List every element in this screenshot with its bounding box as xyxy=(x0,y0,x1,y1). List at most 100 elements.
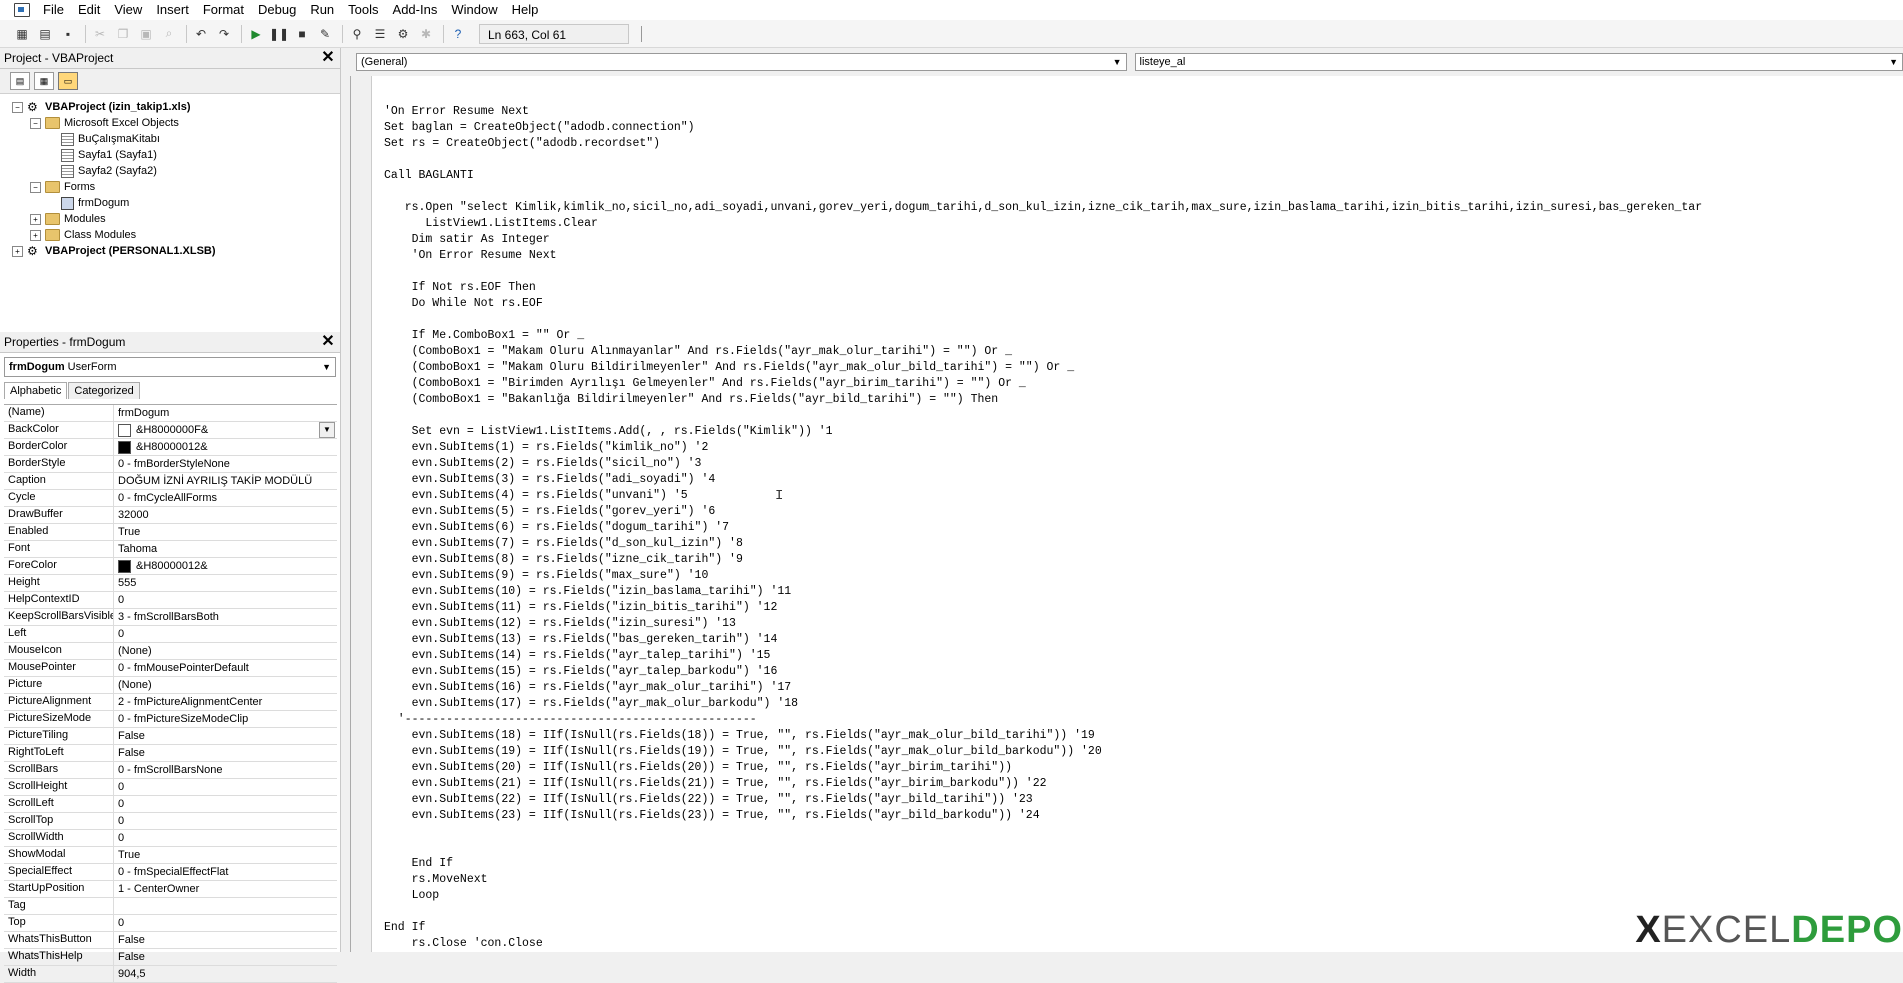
tree-item[interactable]: +Class Modules xyxy=(0,227,340,243)
property-row[interactable]: FontTahoma xyxy=(4,541,337,558)
property-value[interactable]: &H80000012& xyxy=(114,439,337,455)
code-line[interactable]: evn.SubItems(20) = IIf(IsNull(rs.Fields(… xyxy=(384,760,1702,776)
property-value[interactable]: False xyxy=(114,932,337,948)
property-value[interactable]: 0 - fmCycleAllForms xyxy=(114,490,337,506)
code-line[interactable]: rs.MoveNext xyxy=(384,872,1702,888)
property-row[interactable]: RightToLeftFalse xyxy=(4,745,337,762)
code-line[interactable] xyxy=(384,408,1702,424)
insert-userform-icon[interactable]: ▤ xyxy=(35,24,55,44)
property-value[interactable]: 2 - fmPictureAlignmentCenter xyxy=(114,694,337,710)
property-value[interactable]: 0 xyxy=(114,830,337,846)
menu-view[interactable]: View xyxy=(107,0,149,20)
menu-file[interactable]: File xyxy=(36,0,71,20)
property-row[interactable]: SpecialEffect0 - fmSpecialEffectFlat xyxy=(4,864,337,881)
property-value[interactable]: 0 xyxy=(114,796,337,812)
code-line[interactable]: evn.SubItems(3) = rs.Fields("adi_soyadi"… xyxy=(384,472,1702,488)
property-value[interactable]: 0 xyxy=(114,779,337,795)
reset-icon[interactable]: ■ xyxy=(292,24,312,44)
code-line[interactable]: evn.SubItems(8) = rs.Fields("izne_cik_ta… xyxy=(384,552,1702,568)
code-line[interactable]: evn.SubItems(21) = IIf(IsNull(rs.Fields(… xyxy=(384,776,1702,792)
menu-insert[interactable]: Insert xyxy=(149,0,196,20)
code-line[interactable]: evn.SubItems(5) = rs.Fields("gorev_yeri"… xyxy=(384,504,1702,520)
code-line[interactable]: evn.SubItems(1) = rs.Fields("kimlik_no")… xyxy=(384,440,1702,456)
tab-categorized[interactable]: Categorized xyxy=(68,382,139,399)
property-row[interactable]: ShowModalTrue xyxy=(4,847,337,864)
property-row[interactable]: (Name)frmDogum xyxy=(4,405,337,422)
break-icon[interactable]: ❚❚ xyxy=(269,24,289,44)
tab-alphabetic[interactable]: Alphabetic xyxy=(4,382,67,399)
code-line[interactable] xyxy=(384,152,1702,168)
code-line[interactable]: Call BAGLANTI xyxy=(384,168,1702,184)
property-value[interactable]: 0 xyxy=(114,626,337,642)
property-value[interactable]: False xyxy=(114,728,337,744)
expand-icon[interactable]: + xyxy=(30,230,41,241)
property-row[interactable]: Left0 xyxy=(4,626,337,643)
code-line[interactable]: evn.SubItems(9) = rs.Fields("max_sure") … xyxy=(384,568,1702,584)
code-line[interactable]: Dim satir As Integer xyxy=(384,232,1702,248)
code-line[interactable]: (ComboBox1 = "Makam Oluru Bildirilmeyenl… xyxy=(384,360,1702,376)
toolbar-grip[interactable] xyxy=(633,26,642,42)
property-value[interactable] xyxy=(114,898,337,914)
property-value[interactable]: False xyxy=(114,949,337,965)
project-explorer-icon[interactable]: ⚲ xyxy=(347,24,367,44)
tree-item[interactable]: BuÇalışmaKitabı xyxy=(0,131,340,147)
property-row[interactable]: HelpContextID0 xyxy=(4,592,337,609)
property-row[interactable]: PictureTilingFalse xyxy=(4,728,337,745)
menu-run[interactable]: Run xyxy=(303,0,341,20)
code-line[interactable]: If Not rs.EOF Then xyxy=(384,280,1702,296)
code-editor[interactable]: 'On Error Resume NextSet baglan = Create… xyxy=(350,76,1903,952)
view-excel-icon[interactable]: ▦ xyxy=(12,24,32,44)
property-value[interactable]: &H80000012& xyxy=(114,558,337,574)
find-icon[interactable]: ⌕ xyxy=(159,24,179,44)
property-value[interactable]: 0 - fmScrollBarsNone xyxy=(114,762,337,778)
property-value[interactable]: 32000 xyxy=(114,507,337,523)
property-value[interactable]: True xyxy=(114,847,337,863)
code-line[interactable]: evn.SubItems(23) = IIf(IsNull(rs.Fields(… xyxy=(384,808,1702,824)
code-line[interactable]: Set rs = CreateObject("adodb.recordset") xyxy=(384,136,1702,152)
object-browser-icon[interactable]: ⚙ xyxy=(393,24,413,44)
property-row[interactable]: MousePointer0 - fmMousePointerDefault xyxy=(4,660,337,677)
property-row[interactable]: BorderStyle0 - fmBorderStyleNone xyxy=(4,456,337,473)
code-line[interactable] xyxy=(384,312,1702,328)
collapse-icon[interactable]: − xyxy=(30,182,41,193)
property-row[interactable]: ScrollTop0 xyxy=(4,813,337,830)
code-line[interactable]: Loop xyxy=(384,888,1702,904)
property-value[interactable]: 0 xyxy=(114,813,337,829)
property-value[interactable]: (None) xyxy=(114,677,337,693)
property-row[interactable]: CaptionDOĞUM İZNİ AYRILIŞ TAKİP MODÜLÜ xyxy=(4,473,337,490)
property-row[interactable]: EnabledTrue xyxy=(4,524,337,541)
tree-item[interactable]: Sayfa1 (Sayfa1) xyxy=(0,147,340,163)
code-line[interactable]: evn.SubItems(12) = rs.Fields("izin_sures… xyxy=(384,616,1702,632)
property-value[interactable]: (None) xyxy=(114,643,337,659)
design-mode-icon[interactable]: ✎ xyxy=(315,24,335,44)
menu-format[interactable]: Format xyxy=(196,0,251,20)
procedure-combo[interactable]: listeye_al ▼ xyxy=(1135,53,1903,71)
tree-item[interactable]: −⚙VBAProject (izin_takip1.xls) xyxy=(0,99,340,115)
code-line[interactable]: End If xyxy=(384,856,1702,872)
menu-debug[interactable]: Debug xyxy=(251,0,303,20)
code-line[interactable]: evn.SubItems(14) = rs.Fields("ayr_talep_… xyxy=(384,648,1702,664)
property-value[interactable]: 904,5 xyxy=(114,966,337,982)
property-row[interactable]: PictureSizeMode0 - fmPictureSizeModeClip xyxy=(4,711,337,728)
code-line[interactable] xyxy=(384,824,1702,840)
code-line[interactable]: (ComboBox1 = "Birimden Ayrılışı Gelmeyen… xyxy=(384,376,1702,392)
property-row[interactable]: WhatsThisButtonFalse xyxy=(4,932,337,949)
code-line[interactable]: 'On Error Resume Next xyxy=(384,248,1702,264)
object-combo[interactable]: (General) ▼ xyxy=(356,53,1127,71)
property-value[interactable]: 3 - fmScrollBarsBoth xyxy=(114,609,337,625)
code-line[interactable] xyxy=(384,904,1702,920)
code-line[interactable]: evn.SubItems(15) = rs.Fields("ayr_talep_… xyxy=(384,664,1702,680)
property-value[interactable]: 0 xyxy=(114,915,337,931)
property-value[interactable]: False xyxy=(114,745,337,761)
property-value[interactable]: True xyxy=(114,524,337,540)
code-line[interactable] xyxy=(384,264,1702,280)
tree-item[interactable]: −Forms xyxy=(0,179,340,195)
code-line[interactable] xyxy=(384,184,1702,200)
property-row[interactable]: Width904,5 xyxy=(4,966,337,983)
undo-icon[interactable]: ↶ xyxy=(191,24,211,44)
close-icon[interactable]: ✕ xyxy=(320,50,336,66)
property-row[interactable]: BackColor&H8000000F&▼ xyxy=(4,422,337,439)
code-line[interactable]: If Me.ComboBox1 = "" Or _ xyxy=(384,328,1702,344)
property-row[interactable]: KeepScrollBarsVisible3 - fmScrollBarsBot… xyxy=(4,609,337,626)
property-row[interactable]: MouseIcon(None) xyxy=(4,643,337,660)
